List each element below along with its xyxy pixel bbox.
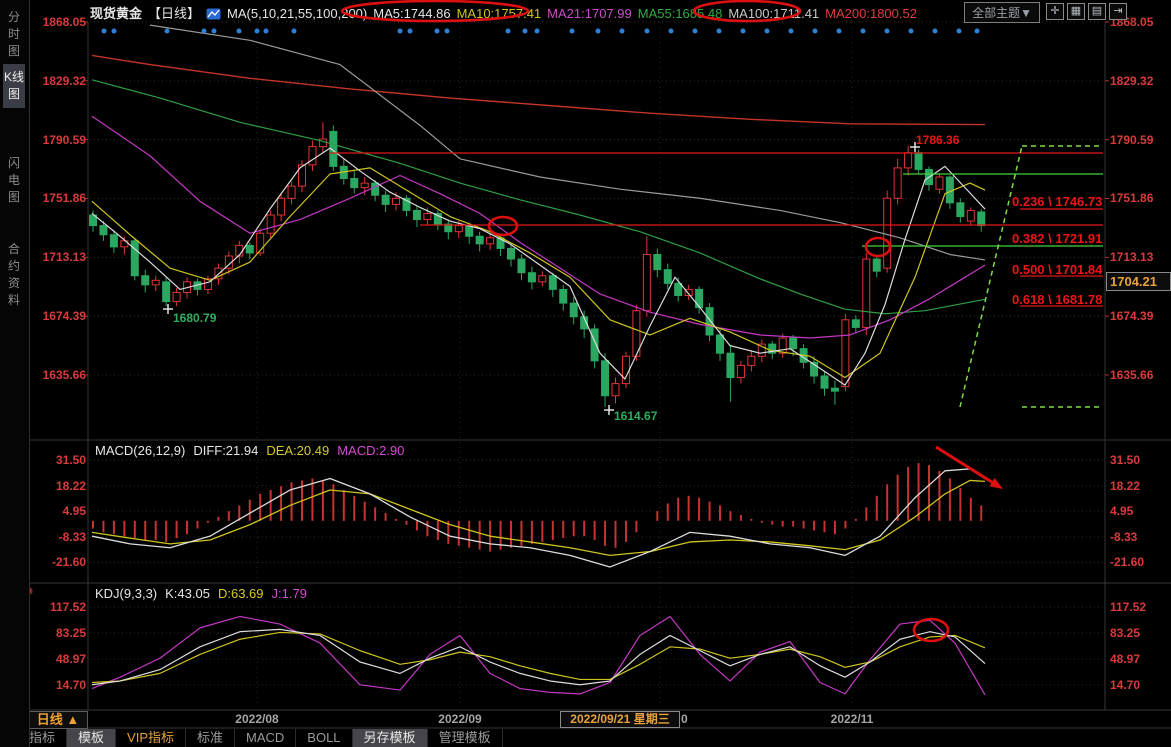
fib-level-label: 0.236 \ 1746.73 <box>1012 194 1102 209</box>
price-axis-label: 14.70 <box>1110 678 1140 692</box>
indicator-legend-item: J:1.79 <box>272 586 307 601</box>
price-axis-label: 83.25 <box>30 626 86 640</box>
price-axis-label: 1829.32 <box>1110 74 1153 88</box>
period-selector[interactable]: 日线 ▲ <box>28 711 88 729</box>
price-axis-label: 18.22 <box>30 479 86 493</box>
price-axis-label: 48.97 <box>30 652 86 666</box>
fib-level-label: 0.500 \ 1701.84 <box>1012 262 1102 277</box>
indicator-legend-item: D:63.69 <box>218 586 264 601</box>
price-axis-label: 1713.13 <box>30 250 86 264</box>
price-axis-label: -21.60 <box>30 555 86 569</box>
period-arrow-icon: ▲ <box>66 712 79 727</box>
macd-legend: MACD(26,12,9) DIFF:21.94 DEA:20.49 MACD:2.9… <box>95 443 412 458</box>
ma-legend-item: MA5:1744.86 <box>373 6 450 21</box>
indicator-tab-7[interactable]: 管理模板 <box>428 729 503 747</box>
symbol-title: 现货黄金 <box>90 6 142 21</box>
kline-chart-icon[interactable] <box>206 7 221 21</box>
price-axis-label: 1829.32 <box>30 74 86 88</box>
price-axis-label: 31.50 <box>1110 453 1140 467</box>
price-axis-label: 117.52 <box>30 600 86 614</box>
sidebar-tab-0[interactable]: 分时图 <box>3 4 25 65</box>
price-axis-label: 1635.66 <box>1110 368 1153 382</box>
sidebar-tab-2[interactable]: 闪电图 <box>3 150 25 211</box>
indicator-legend-item: DEA:20.49 <box>266 443 329 458</box>
price-axis-label: 48.97 <box>1110 652 1140 666</box>
indicator-tab-2[interactable]: VIP指标 <box>116 729 186 747</box>
time-axis-label: 2022/08 <box>235 712 278 726</box>
ma-legend-item: MA10:1757.41 <box>457 6 542 21</box>
price-axis-label: 1790.59 <box>30 133 86 147</box>
indicator-legend-item: K:43.05 <box>165 586 210 601</box>
indicator-tab-6[interactable]: 另存模板 <box>353 729 428 747</box>
price-axis-label: 31.50 <box>30 453 86 467</box>
extreme-price-label: 1680.79 <box>173 311 216 325</box>
price-marker-box: 1704.21 <box>1106 272 1171 291</box>
indicator-tab-1[interactable]: 模板 <box>67 729 116 747</box>
theme-select-button[interactable]: 全部主题▼ <box>964 2 1040 23</box>
crosshair-date-suffix: 0 <box>681 712 688 726</box>
price-axis-label: 1713.13 <box>1110 250 1153 264</box>
price-axis-label: -8.33 <box>30 530 86 544</box>
crosshair-tool-icon[interactable]: ✛ <box>1046 3 1064 20</box>
extreme-price-label: 1614.67 <box>614 409 657 423</box>
ma-legend-item: MA200:1800.52 <box>825 6 917 21</box>
pop-out-icon[interactable]: ⇥ <box>1109 3 1127 20</box>
price-axis-label: 1751.86 <box>30 191 86 205</box>
left-sidebar: 分时图K线图闪电图合约资料 <box>0 0 30 747</box>
ma-group-label: MA(5,10,21,55,100,200) <box>227 6 367 21</box>
ma-legend-item: MA100:1711.41 <box>728 6 819 21</box>
price-axis-label: 18.22 <box>1110 479 1140 493</box>
indicator-legend-item: KDJ(9,3,3) <box>95 586 157 601</box>
annotation-layer <box>0 0 1171 747</box>
price-axis-label: 14.70 <box>30 678 86 692</box>
chart-header: 现货黄金【日线】 MA(5,10,21,55,100,200) MA5:1744.8… <box>90 3 929 21</box>
price-axis-label: -21.60 <box>1110 555 1144 569</box>
price-axis-label: 1635.66 <box>30 368 86 382</box>
indicator-tab-bar: 指标模板VIP指标标准MACDBOLL另存模板管理模板 <box>18 729 503 747</box>
time-axis-label: 2022/11 <box>831 712 874 726</box>
price-axis-label: 1674.39 <box>30 309 86 323</box>
indicator-legend-item: DIFF:21.94 <box>193 443 258 458</box>
price-axis-label: 1868.05 <box>30 15 86 29</box>
panel-layout-icon[interactable]: ▤ <box>1088 3 1106 20</box>
price-axis-label: 1751.86 <box>1110 191 1153 205</box>
period-tag: 【日线】 <box>148 6 200 21</box>
price-axis-label: 4.95 <box>1110 504 1133 518</box>
trading-app: { "header": { "symbol": "现货黄金", "period_… <box>0 0 1171 747</box>
indicator-tab-5[interactable]: BOLL <box>296 729 352 747</box>
price-axis-label: -8.33 <box>1110 530 1137 544</box>
ma-legend-item: MA55:1685.48 <box>638 6 723 21</box>
crosshair-date-box: 2022/09/21 星期三 <box>560 711 680 728</box>
sidebar-tab-3[interactable]: 合约资料 <box>3 236 25 314</box>
ma-legend-item: MA21:1707.99 <box>547 6 632 21</box>
fib-level-label: 0.618 \ 1681.78 <box>1012 292 1102 307</box>
chart-canvas[interactable] <box>0 0 1171 747</box>
price-axis-label: 83.25 <box>1110 626 1140 640</box>
time-axis-label: 2022/09 <box>438 712 481 726</box>
indicator-legend-item: MACD(26,12,9) <box>95 443 185 458</box>
period-label: 日线 <box>37 712 63 727</box>
extreme-price-label: 1786.36 <box>916 133 959 147</box>
fib-level-label: 0.382 \ 1721.91 <box>1012 231 1102 246</box>
price-axis-label: 1674.39 <box>1110 309 1153 323</box>
price-axis-label: 4.95 <box>30 504 86 518</box>
price-axis-label: 1790.59 <box>1110 133 1153 147</box>
sidebar-tab-1[interactable]: K线图 <box>3 64 25 108</box>
indicator-tab-3[interactable]: 标准 <box>186 729 235 747</box>
ma-legend: MA5:1744.86 MA10:1757.41 MA21:1707.99 MA55:… <box>373 6 923 21</box>
grid-layout-icon[interactable]: ▦ <box>1067 3 1085 20</box>
price-axis-label: 117.52 <box>1110 600 1146 614</box>
indicator-tab-4[interactable]: MACD <box>235 729 296 747</box>
kdj-legend: KDJ(9,3,3) K:43.05 D:63.69 J:1.79 <box>95 586 315 601</box>
indicator-legend-item: MACD:2.90 <box>337 443 404 458</box>
